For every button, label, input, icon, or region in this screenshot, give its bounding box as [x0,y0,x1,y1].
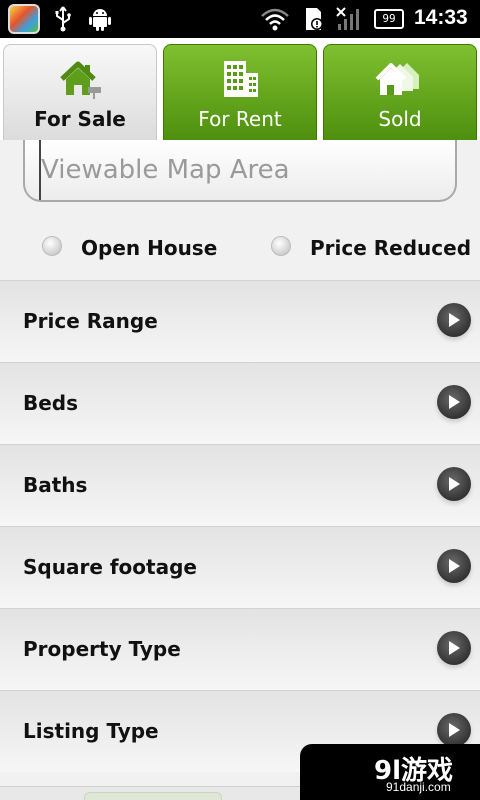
android-icon [89,9,111,31]
filter-square-footage[interactable]: Square footage [0,526,480,608]
tab-sold[interactable]: Sold [323,44,477,140]
filter-property-type[interactable]: Property Type [0,608,480,690]
filter-baths[interactable]: Baths [0,444,480,526]
filter-label: Price Range [23,309,158,333]
chevron-right-icon[interactable] [437,467,471,501]
tab-label: Sold [378,107,422,131]
tab-for-rent[interactable]: For Rent [163,44,317,140]
status-bar: 99 14:33 [0,0,480,38]
app-icon [8,4,40,34]
building-icon [224,61,258,97]
tab-label: For Rent [198,107,282,131]
tab-for-sale[interactable]: For Sale [3,44,157,140]
watermark-site: 91danji.com [386,780,451,794]
open-house-label[interactable]: Open House [81,236,217,260]
signal-icon [336,7,359,30]
filter-label: Baths [23,473,88,497]
option-row: Open House Price Reduced [0,232,480,268]
chevron-right-icon[interactable] [437,549,471,583]
chevron-right-icon[interactable] [437,385,471,419]
location-search-input[interactable] [39,140,444,200]
houses-icon [375,63,419,95]
clock: 14:33 [414,6,468,29]
search-panel: Open House Price Reduced Price Range Bed… [0,140,480,800]
filter-label: Listing Type [23,719,159,743]
chevron-right-icon[interactable] [437,713,471,747]
bottom-button[interactable] [84,792,222,800]
wifi-icon [261,8,289,31]
filter-label: Property Type [23,637,181,661]
chevron-right-icon[interactable] [437,631,471,665]
filter-list: Price Range Beds Baths Square footage Pr… [0,280,480,772]
filter-label: Beds [23,391,79,415]
filter-label: Square footage [23,555,197,579]
price-reduced-radio[interactable] [271,236,291,256]
sd-card-alert-icon [306,8,323,30]
price-reduced-label[interactable]: Price Reduced [310,236,471,260]
filter-price-range[interactable]: Price Range [0,280,480,362]
search-box [23,140,457,202]
listing-tabs: For Sale For Rent Sold [0,38,480,140]
chevron-right-icon[interactable] [437,303,471,337]
tab-label: For Sale [34,107,126,131]
usb-icon [55,6,71,32]
filter-beds[interactable]: Beds [0,362,480,444]
battery-icon: 99 [374,9,404,29]
open-house-radio[interactable] [42,236,62,256]
watermark: 9l游戏 91danji.com [300,744,480,800]
house-icon [60,61,101,99]
